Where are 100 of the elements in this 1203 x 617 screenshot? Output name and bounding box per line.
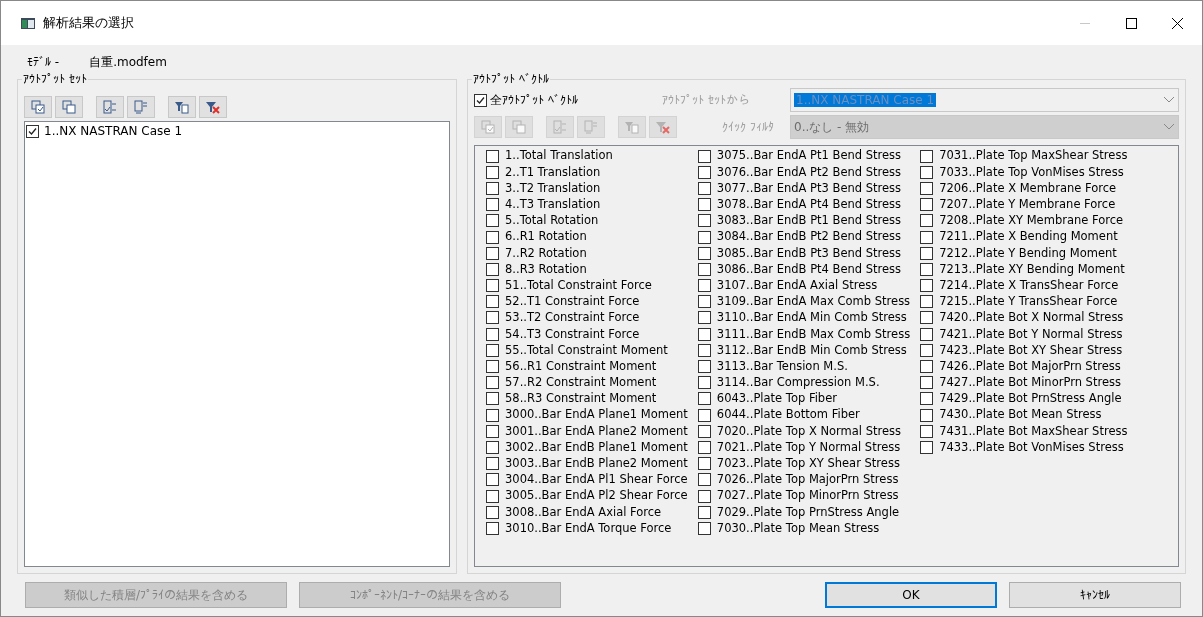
list-item[interactable]: 56..R1 Constraint Moment	[505, 357, 657, 376]
list-item[interactable]: 6..R1 Rotation	[505, 228, 587, 246]
list-item[interactable]: 7027..Plate Top MinorPrn Stress	[716, 487, 899, 505]
checkbox[interactable]	[486, 505, 499, 519]
list-item[interactable]: 7206..Plate X Membrane Force	[939, 179, 1117, 198]
checkbox[interactable]	[697, 473, 711, 487]
checkbox[interactable]	[486, 149, 499, 163]
list-item[interactable]: 7211..Plate X Bending Moment	[939, 228, 1118, 246]
checkbox[interactable]	[486, 181, 499, 195]
list-item[interactable]: 3077..Bar EndA Pt3 Bend Stress	[716, 179, 902, 198]
list-item[interactable]: 54..T3 Constraint Force	[505, 325, 640, 343]
filter-button[interactable]	[168, 96, 196, 118]
checkbox[interactable]	[920, 262, 934, 276]
list-item[interactable]: 3083..Bar EndB Pt1 Bend Stress	[716, 212, 902, 230]
checkbox[interactable]	[697, 230, 711, 244]
filter-clear-button[interactable]	[199, 96, 227, 118]
list-item[interactable]: 7021..Plate Top Y Normal Stress	[716, 438, 901, 457]
checkbox[interactable]	[697, 246, 711, 260]
list-item[interactable]: 4..T3 Translation	[505, 196, 601, 214]
checkbox[interactable]	[920, 440, 934, 454]
checkbox[interactable]	[697, 149, 711, 163]
checkbox[interactable]	[920, 230, 934, 244]
list-item[interactable]: 3002..Bar EndB Plane1 Moment	[505, 438, 688, 457]
list-item[interactable]: 3107..Bar EndA Axial Stress	[716, 276, 878, 295]
checkbox[interactable]	[697, 505, 711, 519]
list-item[interactable]: 51..Total Constraint Force	[505, 276, 652, 295]
list-item[interactable]: 2..T1 Translation	[505, 163, 601, 181]
checkbox[interactable]	[697, 327, 711, 341]
list-item[interactable]: 7427..Plate Bot MinorPrn Stress	[939, 374, 1121, 392]
checkbox[interactable]	[486, 521, 499, 535]
checkbox[interactable]	[486, 473, 499, 487]
list-item[interactable]: 3..T2 Translation	[505, 179, 601, 198]
list-item[interactable]: 1..NX NASTRAN Case 1	[44, 122, 183, 140]
list-item[interactable]: 7207..Plate Y Membrane Force	[939, 196, 1116, 214]
checkbox[interactable]	[920, 165, 934, 179]
list-item[interactable]: 3004..Bar EndA Pl1 Shear Force	[505, 471, 688, 489]
checkbox[interactable]	[697, 262, 711, 276]
checkbox[interactable]	[920, 214, 934, 228]
list-item[interactable]: 3086..Bar EndB Pt4 Bend Stress	[716, 260, 902, 279]
list-item[interactable]: 3075..Bar EndA Pt1 Bend Stress	[716, 147, 902, 165]
checkbox[interactable]	[486, 295, 499, 309]
list-item[interactable]: 7030..Plate Top Mean Stress	[716, 519, 880, 538]
list-item[interactable]: 7033..Plate Top VonMises Stress	[939, 163, 1124, 181]
checkbox[interactable]	[920, 198, 934, 212]
list-item[interactable]: 7433..Plate Bot VonMises Stress	[939, 438, 1124, 457]
list-item[interactable]: 52..T1 Constraint Force	[505, 293, 640, 311]
checkbox[interactable]	[474, 93, 487, 107]
checkbox[interactable]	[920, 311, 934, 325]
checkbox[interactable]	[920, 343, 934, 357]
list-item[interactable]: 3109..Bar EndA Max Comb Stress	[716, 293, 911, 311]
checkbox[interactable]	[486, 440, 499, 454]
checkbox[interactable]	[920, 246, 934, 260]
checkbox[interactable]	[920, 360, 934, 374]
checkbox[interactable]	[697, 181, 711, 195]
checkbox[interactable]	[486, 424, 499, 438]
list-item[interactable]: 7029..Plate Top PrnStress Angle	[716, 503, 900, 521]
dialog-button[interactable]: OK	[825, 582, 997, 608]
list-item[interactable]: 7214..Plate X TransShear Force	[939, 276, 1119, 295]
checkbox[interactable]	[920, 149, 934, 163]
checkbox[interactable]	[697, 198, 711, 212]
checkbox[interactable]	[697, 295, 711, 309]
list-item[interactable]: 3001..Bar EndA Plane2 Moment	[505, 422, 688, 440]
checkbox[interactable]	[920, 181, 934, 195]
checkbox[interactable]	[486, 343, 499, 357]
checkbox[interactable]	[486, 311, 499, 325]
list-item[interactable]: 7208..Plate XY Membrane Force	[939, 212, 1124, 230]
list-item[interactable]: 6044..Plate Bottom Fiber	[716, 406, 860, 424]
list-item[interactable]: 7423..Plate Bot XY Shear Stress	[939, 341, 1123, 359]
list-item[interactable]: 7023..Plate Top XY Shear Stress	[716, 455, 900, 473]
checkbox[interactable]	[697, 311, 711, 325]
list-item[interactable]: 7430..Plate Bot Mean Stress	[939, 406, 1102, 424]
list-item[interactable]: 3112..Bar EndB Min Comb Stress	[716, 341, 907, 359]
list-item[interactable]: 7431..Plate Bot MaxShear Stress	[939, 422, 1128, 440]
checkbox[interactable]	[486, 279, 499, 293]
list-item[interactable]: 3084..Bar EndB Pt2 Bend Stress	[716, 228, 902, 246]
list-item[interactable]: 3114..Bar Compression M.S.	[716, 374, 880, 392]
checkbox[interactable]	[920, 392, 934, 406]
checkbox[interactable]	[920, 408, 934, 422]
dialog-button[interactable]: ｷｬﾝｾﾙ	[1009, 582, 1181, 608]
list-item[interactable]: 7020..Plate Top X Normal Stress	[716, 422, 902, 440]
select-all-button[interactable]	[24, 96, 52, 118]
list-uncheck-button[interactable]	[127, 96, 155, 118]
list-item[interactable]: 7215..Plate Y TransShear Force	[939, 293, 1118, 311]
checkbox[interactable]	[697, 279, 711, 293]
checkbox[interactable]	[697, 457, 711, 471]
checkbox[interactable]	[486, 262, 499, 276]
list-item[interactable]: 1..Total Translation	[505, 147, 613, 165]
list-item[interactable]: 6043..Plate Top Fiber	[716, 390, 837, 408]
checkbox[interactable]	[697, 360, 711, 374]
checkbox[interactable]	[486, 392, 499, 406]
checkbox[interactable]	[486, 230, 499, 244]
checkbox[interactable]	[486, 327, 499, 341]
list-item[interactable]: 3078..Bar EndA Pt4 Bend Stress	[716, 196, 902, 214]
list-item[interactable]: 7213..Plate XY Bending Moment	[939, 260, 1125, 279]
list-item[interactable]: 3000..Bar EndA Plane1 Moment	[505, 406, 688, 424]
checkbox-label[interactable]: 全ｱｳﾄﾌﾟｯﾄ ﾍﾞｸﾄﾙ	[490, 91, 578, 109]
checkbox[interactable]	[920, 424, 934, 438]
checkbox[interactable]	[697, 392, 711, 406]
list-item[interactable]: 3003..Bar EndB Plane2 Moment	[505, 455, 688, 473]
list-item[interactable]: 8..R3 Rotation	[505, 260, 587, 279]
